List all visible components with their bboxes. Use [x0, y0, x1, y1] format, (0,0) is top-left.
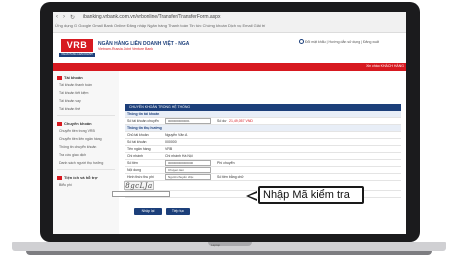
form-section-row: Thông tin thụ hưởng	[125, 125, 401, 132]
account-select[interactable]: 0000000000001	[165, 118, 211, 124]
row-label: Hình thức thu phí	[127, 175, 155, 179]
reset-button[interactable]: Nhập lại	[134, 208, 162, 215]
form-row: Số tài khoản chuyển 0000000000001 Số dư …	[125, 118, 401, 125]
content-field[interactable]: Chuyen tien	[165, 167, 211, 173]
form-row: Số tiền 000000000000000 Phí chuyển	[125, 160, 401, 167]
row-value: VRB	[165, 147, 173, 151]
callout-arrow-inner	[249, 193, 257, 199]
form-row: Chi nhánh Chi nhánh Hà Nội	[125, 153, 401, 160]
row-label: Thông tin thụ hưởng	[127, 126, 162, 130]
balance-label: Số dư	[217, 119, 227, 123]
balance-value: 21,49,057 VND	[229, 119, 253, 123]
continue-button[interactable]: Tiếp tục	[166, 208, 190, 215]
row-label: Chi nhánh	[127, 154, 143, 158]
fee-label: Phí chuyển	[217, 161, 235, 165]
row-label: Số tiền	[127, 161, 138, 165]
row-value: Nguyễn Văn A	[165, 133, 188, 137]
row-value: Chi nhánh Hà Nội	[165, 154, 193, 158]
callout-text: Nhập Mã kiểm tra	[263, 189, 350, 201]
amount-words-label: Số tiền bằng chữ	[217, 175, 244, 179]
captcha-input[interactable]	[112, 191, 170, 197]
form-row: Hình thức thu phí Người chuyển chịu Số t…	[125, 174, 401, 181]
laptop-label: Laptop	[211, 243, 221, 247]
fee-type-select[interactable]: Người chuyển chịu	[165, 174, 211, 180]
captcha-image: 8gcLJa	[124, 181, 154, 190]
form-row: Nội dung Chuyen tien	[125, 167, 401, 174]
row-label: Nội dung	[127, 168, 142, 172]
row-label: Số tài khoản	[127, 140, 147, 144]
row-label: Tên ngân hàng	[127, 147, 151, 151]
row-label: Số tài khoản chuyển	[127, 119, 159, 123]
captcha-callout: Nhập Mã kiểm tra	[258, 186, 364, 204]
form-section-row: Thông tin tài khoản	[125, 111, 401, 118]
row-label: Thông tin tài khoản	[127, 112, 160, 116]
form-row: Tên ngân hàng VRB	[125, 146, 401, 153]
amount-field[interactable]: 000000000000000	[165, 160, 211, 166]
form-row: Số tài khoản 000000	[125, 139, 401, 146]
row-value: 000000	[165, 140, 177, 144]
laptop-base-shadow	[26, 251, 432, 255]
row-label: Chủ tài khoản	[127, 133, 149, 137]
form-row: Chủ tài khoản Nguyễn Văn A	[125, 132, 401, 139]
